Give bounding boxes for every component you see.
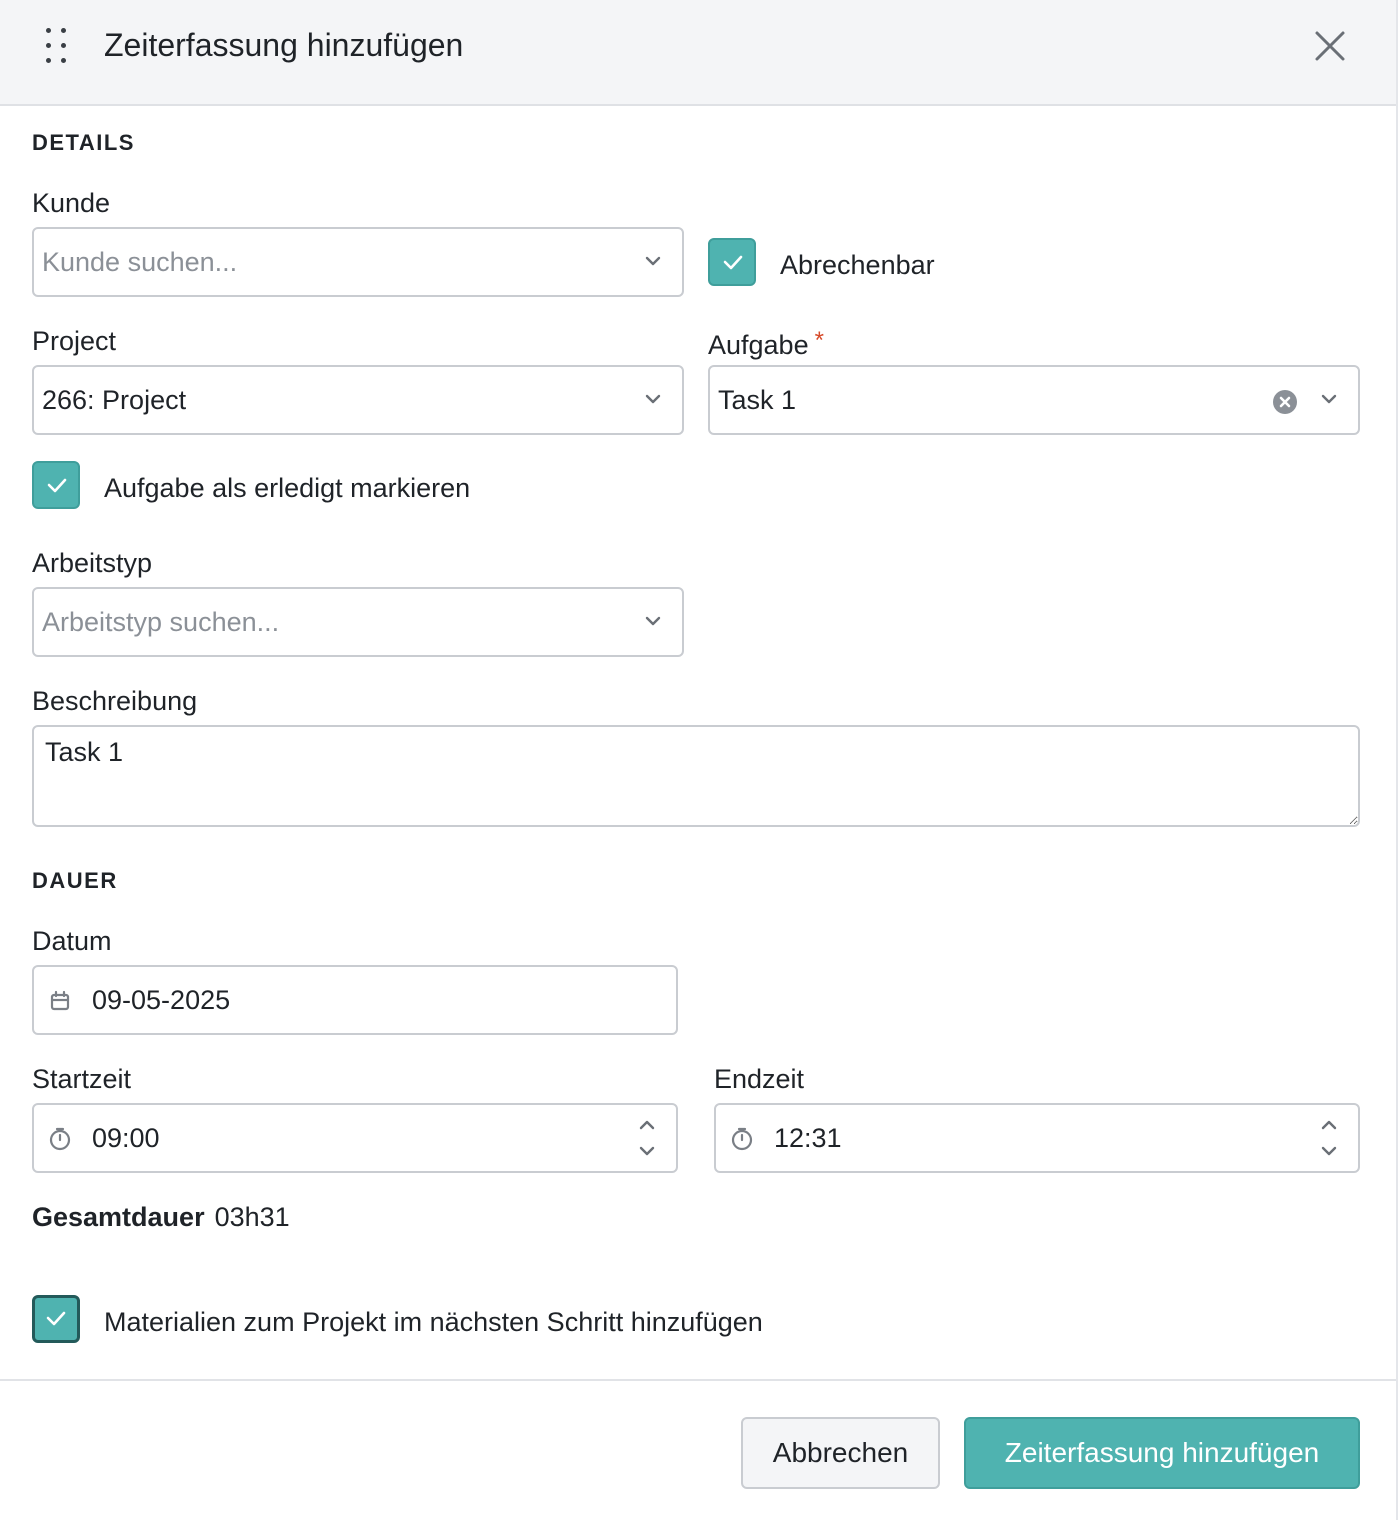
checkmark-icon xyxy=(723,255,743,270)
total-duration-label: Gesamtdauer xyxy=(32,1202,205,1232)
section-title-duration: DAUER xyxy=(32,868,118,893)
total-duration: Gesamtdauer 03h31 xyxy=(32,1200,290,1234)
stepper-icon[interactable] xyxy=(1320,1117,1338,1159)
calendar-icon xyxy=(50,990,70,1011)
clock-icon xyxy=(731,1127,753,1151)
chevron-down-icon xyxy=(645,394,661,404)
mark-done-checkbox[interactable] xyxy=(32,461,80,509)
billable-checkbox[interactable] xyxy=(708,238,756,286)
chevron-down-icon xyxy=(645,616,661,626)
cancel-button[interactable]: Abbrechen xyxy=(741,1417,940,1489)
time-entry-dialog: Zeiterfassung hinzufügen DETAILS Kunde K… xyxy=(0,0,1398,1520)
footer-divider xyxy=(0,1379,1396,1381)
start-time-input[interactable]: 09:00 xyxy=(32,1103,678,1173)
task-label: Aufgabe * xyxy=(708,325,824,361)
date-value: 09-05-2025 xyxy=(92,985,231,1015)
date-input[interactable]: 09-05-2025 xyxy=(32,965,678,1035)
submit-button[interactable]: Zeiterfassung hinzufügen xyxy=(964,1417,1360,1489)
mark-done-label: Aufgabe als erledigt markieren xyxy=(104,473,471,503)
project-select[interactable]: 266: Project xyxy=(32,365,684,435)
date-label: Datum xyxy=(32,926,112,956)
section-title-details: DETAILS xyxy=(32,130,135,155)
customer-select[interactable]: Kunde suchen... xyxy=(32,227,684,297)
dialog-title: Zeiterfassung hinzufügen xyxy=(104,27,464,63)
work-type-placeholder: Arbeitstyp suchen... xyxy=(42,607,280,637)
description-label: Beschreibung xyxy=(32,686,198,716)
description-textarea[interactable]: Task 1 xyxy=(32,725,1360,827)
clear-icon[interactable] xyxy=(1272,389,1298,415)
materials-label: Materialien zum Projekt im nächsten Schr… xyxy=(104,1307,763,1337)
customer-label: Kunde xyxy=(32,188,111,218)
chevron-down-icon xyxy=(645,256,661,266)
materials-checkbox[interactable] xyxy=(32,1295,80,1343)
end-time-value: 12:31 xyxy=(774,1123,842,1153)
clock-icon xyxy=(49,1127,71,1151)
customer-placeholder: Kunde suchen... xyxy=(42,247,238,277)
billable-label: Abrechenbar xyxy=(780,250,935,280)
checkmark-icon xyxy=(47,478,67,493)
start-time-label: Startzeit xyxy=(32,1064,132,1094)
work-type-label: Arbeitstyp xyxy=(32,548,153,578)
work-type-select[interactable]: Arbeitstyp suchen... xyxy=(32,587,684,657)
close-icon[interactable] xyxy=(1310,26,1350,66)
task-label-text: Aufgabe xyxy=(708,330,809,360)
project-value: 266: Project xyxy=(42,385,187,415)
total-duration-value: 03h31 xyxy=(214,1202,290,1232)
stepper-icon[interactable] xyxy=(638,1117,656,1159)
dialog-header: Zeiterfassung hinzufügen xyxy=(0,0,1396,106)
end-time-label: Endzeit xyxy=(714,1064,805,1094)
end-time-input[interactable]: 12:31 xyxy=(714,1103,1360,1173)
chevron-down-icon xyxy=(1321,394,1337,404)
project-label: Project xyxy=(32,326,117,356)
checkmark-icon xyxy=(46,1311,66,1326)
required-marker: * xyxy=(814,327,824,354)
drag-handle-icon[interactable] xyxy=(44,26,68,66)
task-value: Task 1 xyxy=(718,385,797,415)
task-select[interactable]: Task 1 xyxy=(708,365,1360,435)
start-time-value: 09:00 xyxy=(92,1123,160,1153)
